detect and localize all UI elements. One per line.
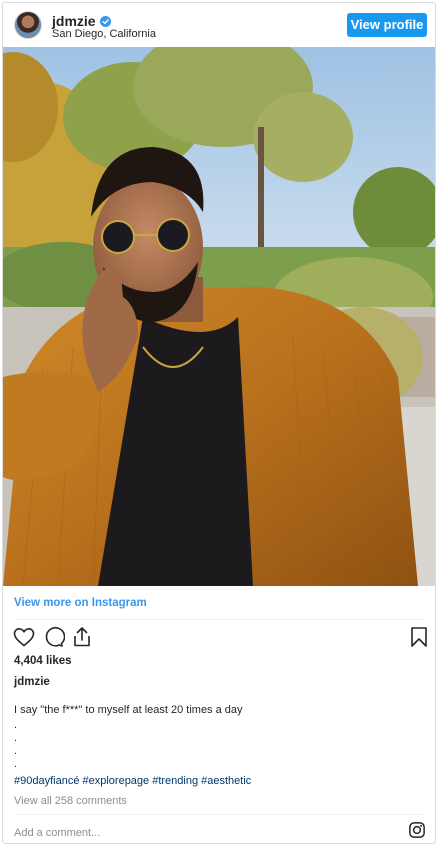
- share-icon[interactable]: [70, 625, 94, 649]
- hashtags[interactable]: #90dayfiancé #explorepage #trending #aes…: [14, 775, 251, 787]
- comment-icon[interactable]: [41, 625, 65, 649]
- username-row: jdmzie: [52, 13, 111, 29]
- verified-badge-icon: [99, 15, 111, 27]
- heart-icon[interactable]: [12, 625, 36, 649]
- avatar[interactable]: [14, 11, 42, 39]
- username[interactable]: jdmzie: [52, 13, 96, 29]
- instagram-embed-card: jdmzie San Diego, California View profil…: [2, 2, 436, 844]
- post-header: jdmzie San Diego, California View profil…: [3, 3, 435, 47]
- divider: [14, 619, 424, 620]
- bookmark-icon[interactable]: [407, 625, 431, 649]
- caption-text: I say "the f***" to myself at least 20 t…: [14, 704, 243, 716]
- view-profile-button[interactable]: View profile: [347, 13, 427, 37]
- view-comments-link[interactable]: View all 258 comments: [14, 795, 127, 807]
- caption-dot: .: [14, 732, 18, 744]
- divider: [14, 814, 424, 815]
- caption-username[interactable]: jdmzie: [14, 676, 50, 688]
- add-comment-input[interactable]: Add a comment...: [14, 827, 100, 839]
- view-more-link[interactable]: View more on Instagram: [14, 597, 147, 609]
- action-bar: [3, 625, 435, 653]
- caption-dot: .: [14, 719, 18, 731]
- instagram-logo-icon[interactable]: [408, 821, 426, 839]
- caption-dot: .: [14, 758, 18, 770]
- location-link[interactable]: San Diego, California: [52, 28, 156, 40]
- post-photo[interactable]: [3, 47, 435, 586]
- post-photo-illustration: [3, 47, 435, 586]
- caption-dot: .: [14, 745, 18, 757]
- like-count[interactable]: 4,404 likes: [14, 655, 72, 667]
